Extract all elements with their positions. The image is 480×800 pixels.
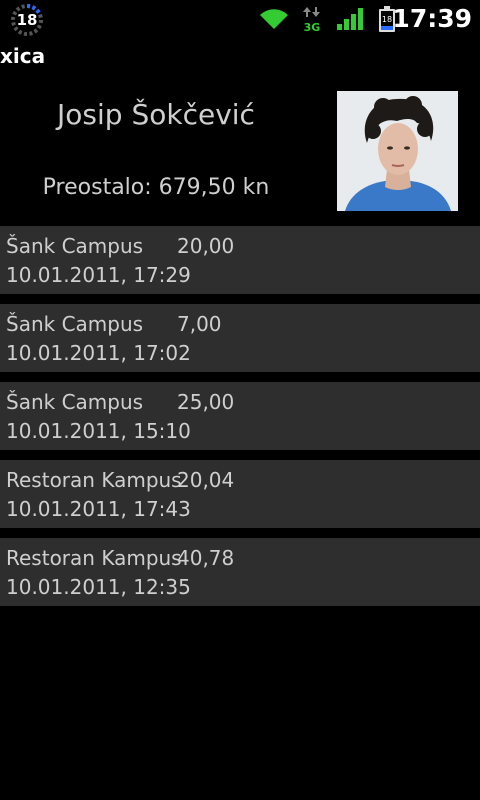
transaction-amount: 25,00 xyxy=(177,390,235,414)
list-item[interactable]: Šank Campus 25,00 10.01.2011, 15:10 xyxy=(0,382,480,450)
transaction-amount: 20,04 xyxy=(177,468,235,492)
list-item[interactable]: Šank Campus 20,00 10.01.2011, 17:29 xyxy=(0,226,480,294)
notification-count: 18 xyxy=(16,11,38,29)
balance-text: Preostalo: 679,50 kn xyxy=(42,175,270,200)
transaction-amount: 7,00 xyxy=(177,312,222,336)
transaction-place: Šank Campus xyxy=(6,312,144,336)
avatar xyxy=(337,91,458,211)
clock: 17:39 xyxy=(392,4,472,33)
transaction-datetime: 10.01.2011, 17:43 xyxy=(6,497,191,521)
status-bar: 18 3G 18 17:39 xyxy=(0,0,480,38)
transaction-datetime: 10.01.2011, 12:35 xyxy=(6,575,191,599)
list-item[interactable]: Šank Campus 7,00 10.01.2011, 17:02 xyxy=(0,304,480,372)
notification-count-icon[interactable]: 18 xyxy=(10,3,44,37)
transaction-place: Restoran Kampus xyxy=(6,546,182,570)
list-item[interactable]: Restoran Kampus 40,78 10.01.2011, 12:35 xyxy=(0,538,480,606)
transaction-amount: 20,00 xyxy=(177,234,235,258)
transaction-datetime: 10.01.2011, 17:29 xyxy=(6,263,191,287)
network-type-label: 3G xyxy=(304,21,321,33)
signal-strength-icon xyxy=(337,8,363,30)
transaction-place: Šank Campus xyxy=(6,390,144,414)
list-item[interactable]: Restoran Kampus 20,04 10.01.2011, 17:43 xyxy=(0,460,480,528)
transaction-datetime: 10.01.2011, 15:10 xyxy=(6,419,191,443)
transaction-place: Šank Campus xyxy=(6,234,144,258)
transaction-list: Šank Campus 20,00 10.01.2011, 17:29 Šank… xyxy=(0,226,480,616)
profile-photo xyxy=(337,91,458,211)
title-bar: xica xyxy=(0,38,480,78)
wifi-icon xyxy=(260,9,288,29)
app-title: xica xyxy=(0,44,46,68)
data-transfer-icon: 3G xyxy=(303,7,321,33)
transaction-place: Restoran Kampus xyxy=(6,468,182,492)
transaction-datetime: 10.01.2011, 17:02 xyxy=(6,341,191,365)
battery-level: 18 xyxy=(382,15,392,24)
transaction-amount: 40,78 xyxy=(177,546,235,570)
user-name: Josip Šokčević xyxy=(57,98,255,131)
